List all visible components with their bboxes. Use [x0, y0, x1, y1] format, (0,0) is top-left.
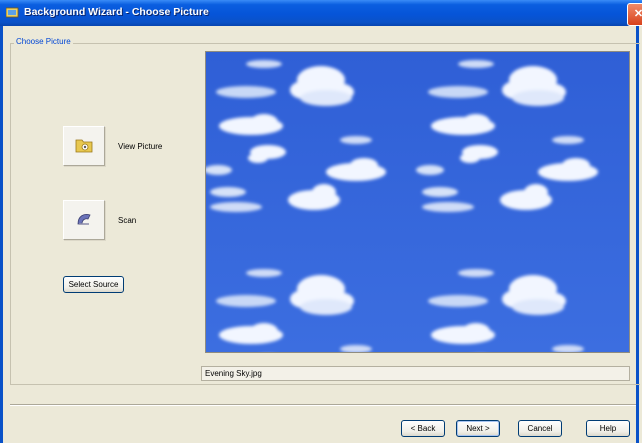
evening-sky-image	[206, 52, 629, 352]
next-button[interactable]: Next >	[456, 420, 500, 437]
window-title: Background Wizard - Choose Picture	[24, 6, 209, 18]
view-picture-label: View Picture	[118, 142, 163, 151]
title-bar[interactable]: Background Wizard - Choose Picture ✕	[0, 0, 642, 26]
close-icon: ✕	[633, 8, 642, 20]
close-button[interactable]: ✕	[627, 3, 642, 26]
filename-field: Evening Sky.jpg	[201, 366, 630, 381]
scan-label: Scan	[118, 216, 137, 225]
select-source-button[interactable]: Select Source	[63, 276, 124, 293]
group-label: Choose Picture	[14, 37, 73, 46]
scanner-icon	[77, 214, 91, 225]
back-button[interactable]: < Back	[401, 420, 445, 437]
picture-preview	[205, 51, 630, 353]
view-picture-button[interactable]	[63, 126, 105, 166]
folder-icon	[75, 139, 93, 153]
app-icon	[6, 7, 19, 18]
cancel-button[interactable]: Cancel	[518, 420, 562, 437]
footer-separator	[10, 404, 636, 406]
help-button[interactable]: Help	[586, 420, 630, 437]
scan-button[interactable]	[63, 200, 105, 240]
